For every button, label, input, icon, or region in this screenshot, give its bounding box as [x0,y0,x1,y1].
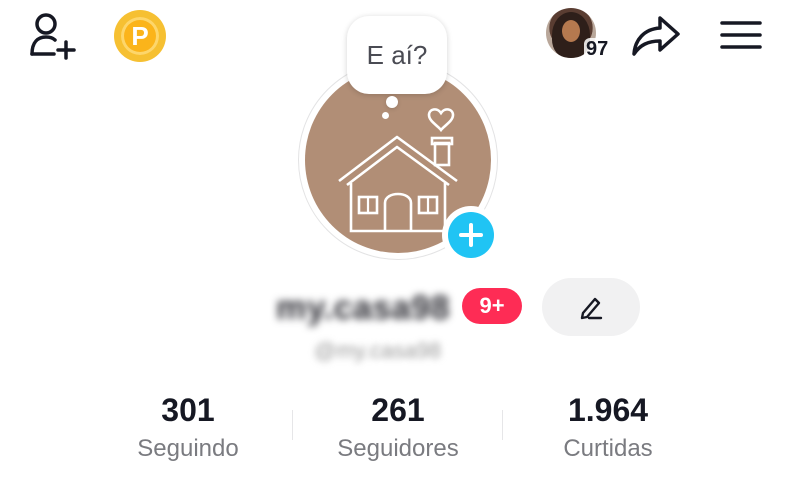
bubble-tail [386,96,398,108]
person-plus-icon [30,13,76,60]
house-icon [338,108,458,233]
followers-count: 261 [371,392,425,428]
status-bubble[interactable]: E aí? [347,16,447,94]
menu-button[interactable] [716,12,766,58]
stat-following[interactable]: 301 Seguindo [118,392,258,464]
bubble-tail [382,112,389,119]
coin-icon: P [121,17,159,55]
stat-likes[interactable]: 1.964 Curtidas [544,392,672,464]
following-count: 301 [161,392,215,428]
stat-followers[interactable]: 261 Seguidores [318,392,478,464]
username: my.casa98 [276,289,451,327]
share-arrow-icon [632,16,680,56]
divider [292,410,293,440]
coins-button[interactable]: P [114,10,166,62]
pencil-icon [580,297,603,320]
user-handle: @my.casa98 [314,338,442,363]
followers-label: Seguidores [337,435,459,462]
add-friend-button[interactable] [24,8,80,62]
edit-profile-button[interactable] [542,278,640,336]
visitor-count: 97 [584,38,611,60]
plus-icon [459,223,483,247]
following-label: Seguindo [137,435,239,462]
profile-visitors-button[interactable]: 97 [546,8,618,64]
hamburger-menu-icon [720,21,762,49]
likes-count: 1.964 [567,392,649,428]
add-photo-button[interactable] [442,206,500,264]
notification-badge[interactable]: 9+ [462,288,522,324]
share-button[interactable] [628,12,684,60]
divider [502,410,503,440]
likes-label: Curtidas [563,435,653,462]
status-bubble-text: E aí? [347,16,447,94]
